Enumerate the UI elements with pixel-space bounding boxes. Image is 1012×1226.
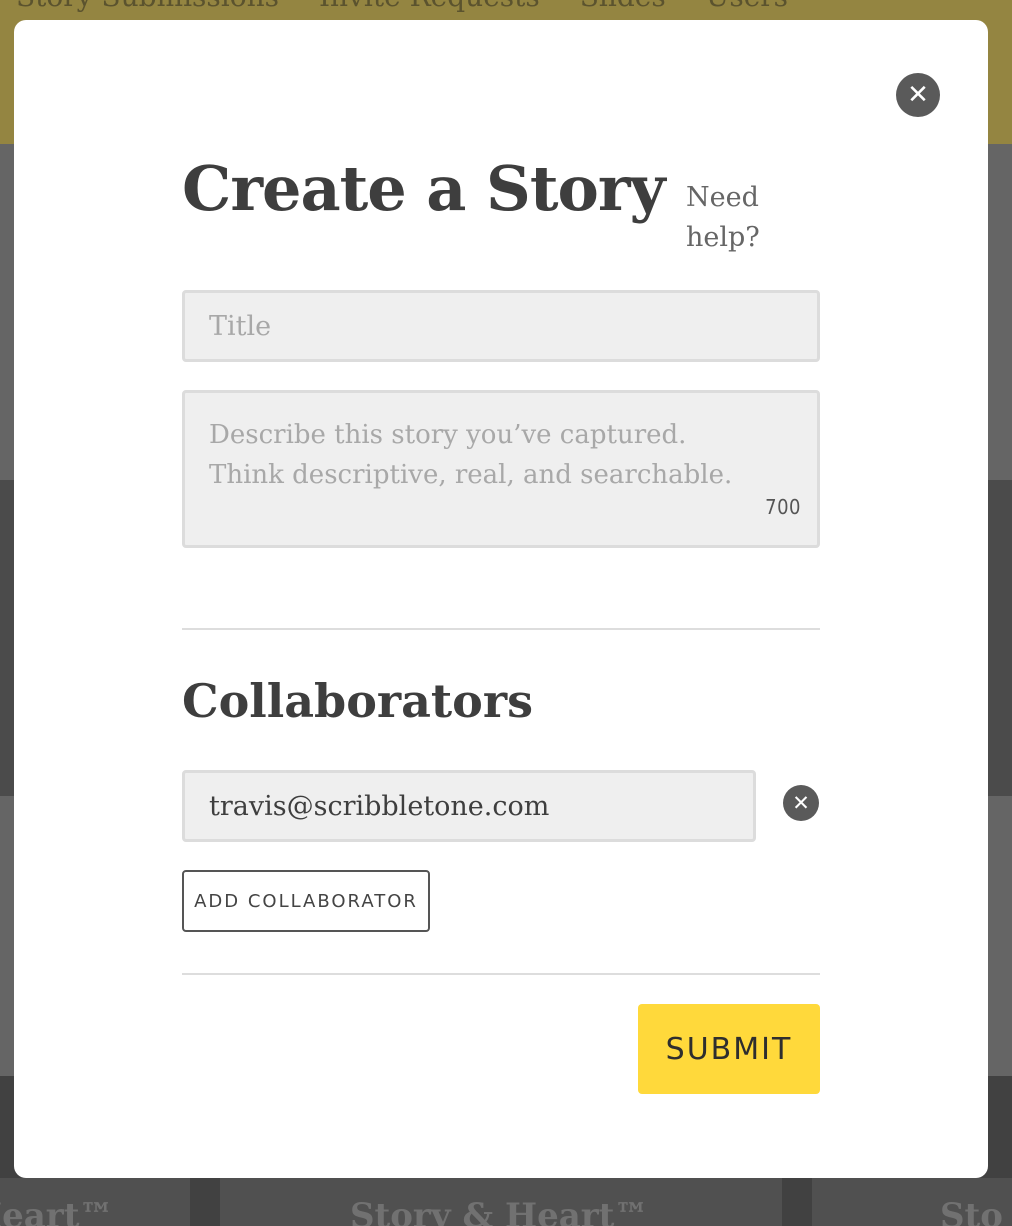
help-link[interactable]: Need help?	[686, 178, 776, 258]
submit-button[interactable]: SUBMIT	[638, 1004, 820, 1094]
collaborators-heading: Collaborators	[182, 674, 533, 728]
description-placeholder-line: Think descriptive, real, and searchable.	[209, 460, 733, 490]
collaborator-email-input[interactable]	[182, 770, 756, 842]
section-divider	[182, 628, 820, 630]
title-input[interactable]	[182, 290, 820, 362]
close-icon[interactable]: ✕	[896, 73, 940, 117]
character-counter: 700	[765, 495, 801, 519]
modal-title: Create a Story	[182, 152, 666, 225]
section-divider	[182, 973, 820, 975]
description-textarea[interactable]: Describe this story you’ve captured. Thi…	[182, 390, 820, 548]
add-collaborator-button[interactable]: ADD COLLABORATOR	[182, 870, 430, 932]
create-story-modal: ✕ Create a Story Need help? Describe thi…	[14, 20, 988, 1178]
remove-collaborator-icon[interactable]: ✕	[783, 785, 819, 821]
description-placeholder-line: Describe this story you’ve captured.	[209, 420, 687, 450]
